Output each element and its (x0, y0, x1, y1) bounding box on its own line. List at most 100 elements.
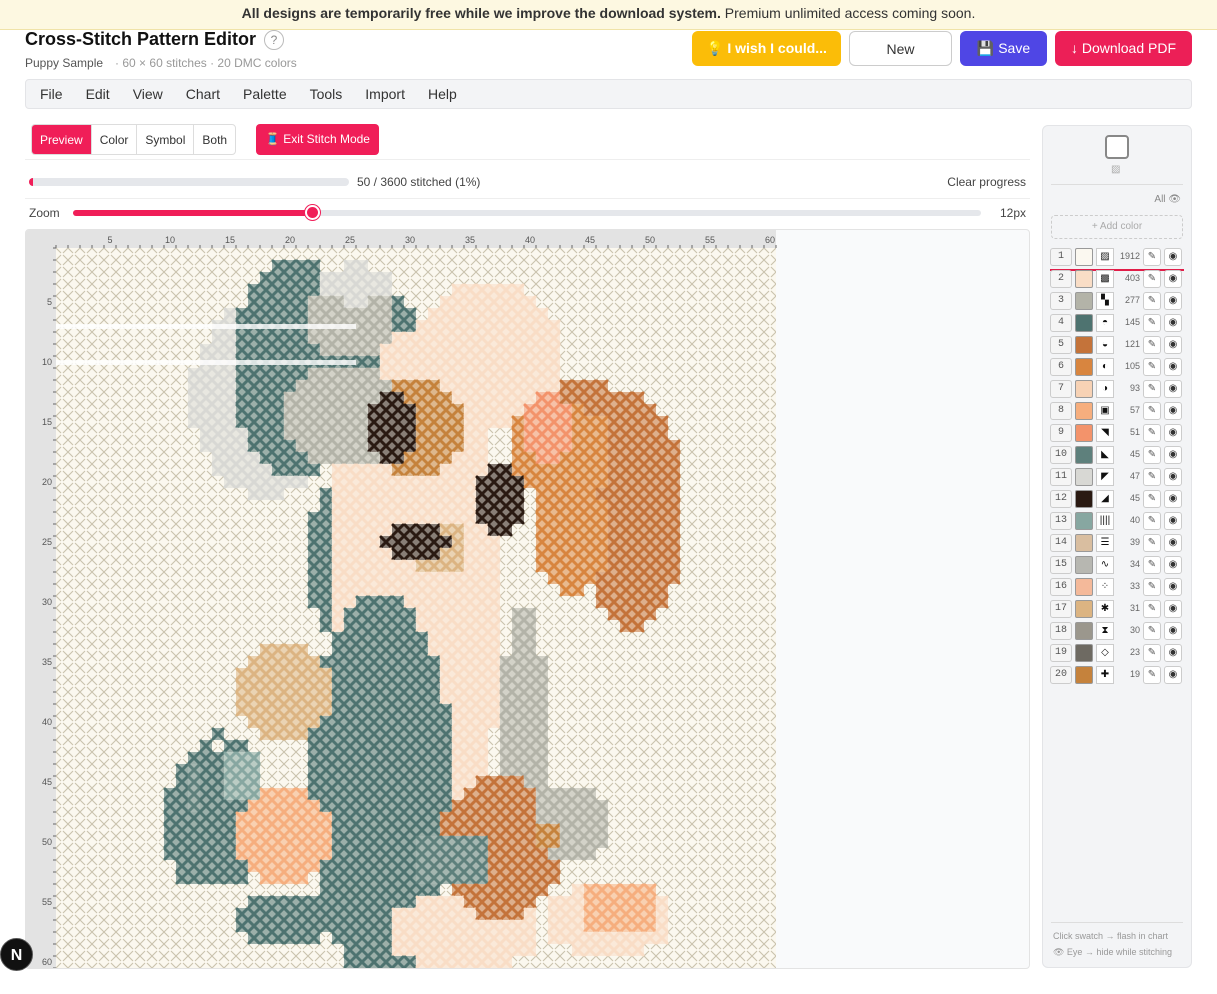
help-icon[interactable]: ? (264, 30, 284, 50)
selected-swatch[interactable] (1105, 135, 1129, 159)
pencil-icon[interactable]: ✎ (1143, 512, 1161, 530)
next-badge-icon[interactable]: N (0, 938, 33, 971)
eye-icon[interactable]: ◉ (1164, 358, 1182, 376)
eye-icon[interactable]: ◉ (1164, 314, 1182, 332)
eye-icon[interactable]: ◉ (1164, 424, 1182, 442)
palette-swatch[interactable] (1075, 270, 1093, 288)
eye-icon[interactable]: ◉ (1164, 490, 1182, 508)
eye-icon[interactable]: ◉ (1164, 666, 1182, 684)
palette-swatch[interactable] (1075, 292, 1093, 310)
left-tick-label: 15 (42, 417, 52, 427)
palette-number: 6 (1050, 358, 1072, 376)
eye-icon[interactable]: ◉ (1164, 270, 1182, 288)
pencil-icon[interactable]: ✎ (1143, 666, 1161, 684)
mode-symbol[interactable]: Symbol (137, 125, 195, 154)
palette-swatch[interactable] (1075, 666, 1093, 684)
new-pattern-button[interactable]: New Pattern (849, 31, 952, 92)
menu-tools[interactable]: Tools (310, 86, 343, 102)
palette-swatch[interactable] (1075, 314, 1093, 332)
palette-symbol: ◐ (1096, 358, 1114, 376)
stitch-chart[interactable]: 5 10 15 20 25 30 35 40 45 50 55 60 5 10 15 20 25 30 35 40 45… (26, 230, 1030, 969)
palette-swatch[interactable] (1075, 644, 1093, 662)
top-tick-label: 5 (107, 235, 112, 245)
palette-swatch[interactable] (1075, 446, 1093, 464)
palette-number: 16 (1050, 578, 1072, 596)
palette-swatch[interactable] (1075, 622, 1093, 640)
eye-icon[interactable]: ◉ (1164, 402, 1182, 420)
eye-icon[interactable]: ◉ (1164, 468, 1182, 486)
palette-swatch[interactable] (1075, 358, 1093, 376)
eye-icon[interactable]: ◉ (1164, 556, 1182, 574)
mode-color[interactable]: Color (92, 125, 138, 154)
pencil-icon[interactable]: ✎ (1143, 556, 1161, 574)
left-tick-label: 60 (42, 957, 52, 967)
pencil-icon[interactable]: ✎ (1143, 622, 1161, 640)
eye-icon[interactable]: ◉ (1164, 534, 1182, 552)
pencil-icon[interactable]: ✎ (1143, 424, 1161, 442)
pencil-icon[interactable]: ✎ (1143, 578, 1161, 596)
palette-swatch[interactable] (1075, 556, 1093, 574)
palette-swatch[interactable] (1075, 490, 1093, 508)
pencil-icon[interactable]: ✎ (1143, 270, 1161, 288)
pencil-icon[interactable]: ✎ (1143, 248, 1161, 266)
eye-icon[interactable]: ◉ (1164, 336, 1182, 354)
pencil-icon[interactable]: ✎ (1143, 446, 1161, 464)
zoom-slider-handle[interactable] (304, 205, 320, 220)
eye-icon[interactable]: ◉ (1164, 578, 1182, 596)
mode-preview[interactable]: Preview (32, 125, 92, 154)
zoom-value: 12px (999, 206, 1026, 220)
eye-icon[interactable]: ◉ (1164, 622, 1182, 640)
eye-icon[interactable]: ◉ (1164, 446, 1182, 464)
pencil-icon[interactable]: ✎ (1143, 600, 1161, 618)
pencil-icon[interactable]: ✎ (1143, 336, 1161, 354)
palette-swatch[interactable] (1075, 512, 1093, 530)
palette-swatch[interactable] (1075, 336, 1093, 354)
chart-viewport[interactable]: 5 10 15 20 25 30 35 40 45 50 55 60 5 10 15 20 25 30 35 40 45… (25, 229, 1030, 969)
palette-swatch[interactable] (1075, 248, 1093, 266)
show-all-toggle[interactable]: All 👁 (1154, 194, 1181, 205)
pencil-icon[interactable]: ✎ (1143, 402, 1161, 420)
menu-import[interactable]: Import (365, 86, 405, 102)
menu-file[interactable]: File (40, 86, 63, 102)
clear-progress-link[interactable]: Clear progress (947, 175, 1026, 189)
palette-symbol: ▣ (1096, 402, 1114, 420)
pencil-icon[interactable]: ✎ (1143, 314, 1161, 332)
menu-palette[interactable]: Palette (243, 86, 287, 102)
palette-swatch[interactable] (1075, 424, 1093, 442)
eye-icon[interactable]: ◉ (1164, 248, 1182, 266)
palette-swatch[interactable] (1075, 468, 1093, 486)
palette-count: 105 (1124, 361, 1140, 371)
menu-help[interactable]: Help (428, 86, 457, 102)
top-tick-label: 45 (585, 235, 595, 245)
palette-swatch[interactable] (1075, 578, 1093, 596)
menu-view[interactable]: View (133, 86, 163, 102)
palette-number: 4 (1050, 314, 1072, 332)
wish-button[interactable]: 💡 I wish I could... (692, 31, 841, 66)
pencil-icon[interactable]: ✎ (1143, 490, 1161, 508)
eye-icon[interactable]: ◉ (1164, 380, 1182, 398)
pencil-icon[interactable]: ✎ (1143, 468, 1161, 486)
menu-chart[interactable]: Chart (186, 86, 220, 102)
download-pdf-button[interactable]: ↓ Download PDF (1055, 31, 1192, 66)
progress-bar (29, 178, 349, 186)
add-color-button[interactable]: + Add color (1051, 215, 1183, 239)
palette-swatch[interactable] (1075, 380, 1093, 398)
eye-icon[interactable]: ◉ (1164, 512, 1182, 530)
palette-swatch[interactable] (1075, 402, 1093, 420)
menu-edit[interactable]: Edit (86, 86, 110, 102)
mode-both[interactable]: Both (194, 125, 235, 154)
pencil-icon[interactable]: ✎ (1143, 644, 1161, 662)
top-tick-label: 20 (285, 235, 295, 245)
pencil-icon[interactable]: ✎ (1143, 292, 1161, 310)
pencil-icon[interactable]: ✎ (1143, 380, 1161, 398)
eye-icon[interactable]: ◉ (1164, 292, 1182, 310)
save-button[interactable]: 💾 Save (960, 31, 1047, 66)
palette-swatch[interactable] (1075, 534, 1093, 552)
palette-swatch[interactable] (1075, 600, 1093, 618)
pencil-icon[interactable]: ✎ (1143, 358, 1161, 376)
exit-stitch-mode-button[interactable]: 🧵 Exit Stitch Mode (256, 124, 379, 155)
pencil-icon[interactable]: ✎ (1143, 534, 1161, 552)
eye-icon[interactable]: ◉ (1164, 644, 1182, 662)
left-tick-label: 55 (42, 897, 52, 907)
eye-icon[interactable]: ◉ (1164, 600, 1182, 618)
